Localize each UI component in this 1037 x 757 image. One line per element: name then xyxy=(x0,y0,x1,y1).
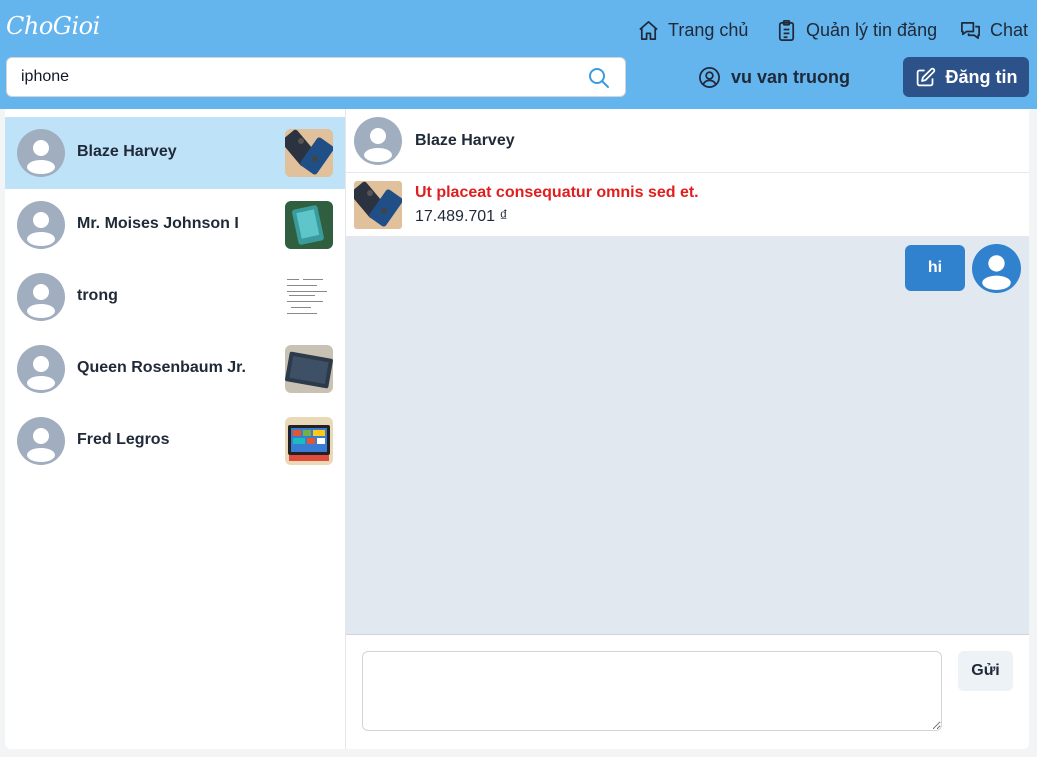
conversation-item[interactable]: trong xyxy=(5,261,345,333)
conversation-item[interactable]: Queen Rosenbaum Jr. xyxy=(5,333,345,405)
chat-bubbles-icon xyxy=(961,21,980,39)
conversation-name: trong xyxy=(77,287,118,304)
nav-manage-link[interactable]: Quản lý tin đăng xyxy=(775,16,937,44)
chat-partner-name: Blaze Harvey xyxy=(415,132,515,149)
post-listing-button[interactable]: Đăng tin xyxy=(903,57,1029,97)
product-price: 17.489.701 ₫ xyxy=(415,208,508,225)
default-avatar-icon xyxy=(354,117,402,165)
search-box xyxy=(6,57,626,97)
user-name: vu van truong xyxy=(731,66,851,87)
product-thumbnail xyxy=(285,345,333,393)
default-avatar-icon xyxy=(17,273,65,321)
default-avatar-icon xyxy=(17,129,65,177)
user-menu[interactable]: vu van truong xyxy=(698,64,850,90)
nav-home-link[interactable]: Trang chủ xyxy=(637,16,748,44)
message-bubble: hi xyxy=(905,245,965,291)
nav-chat-label: Chat xyxy=(990,19,1029,40)
product-thumbnail xyxy=(285,273,333,321)
send-button[interactable]: Gửi xyxy=(958,651,1013,691)
conversation-item[interactable]: Mr. Moises Johnson I xyxy=(5,189,345,261)
post-listing-label: Đăng tin xyxy=(945,66,1018,87)
site-logo[interactable]: ChoGioi xyxy=(6,12,100,40)
message-composer: Gửi xyxy=(346,635,1029,749)
conversation-name: Queen Rosenbaum Jr. xyxy=(77,359,246,376)
conversation-name: Mr. Moises Johnson I xyxy=(77,215,239,232)
product-title[interactable]: Ut placeat consequatur omnis sed et. xyxy=(415,184,699,202)
message-input[interactable] xyxy=(362,651,942,731)
search-icon[interactable] xyxy=(587,66,611,90)
default-avatar-icon xyxy=(17,345,65,393)
default-avatar-icon xyxy=(17,417,65,465)
product-thumbnail xyxy=(285,417,333,465)
conversation-item[interactable]: Blaze Harvey xyxy=(5,117,345,189)
product-thumbnail xyxy=(285,129,333,177)
chat-product-card[interactable]: Ut placeat consequatur omnis sed et. 17.… xyxy=(346,173,1029,237)
top-header: ChoGioi Trang chủ Quản lý tin đăng Chat … xyxy=(0,0,1037,109)
conversation-item[interactable]: Fred Legros xyxy=(5,405,345,477)
edit-icon xyxy=(916,67,935,86)
nav-manage-label: Quản lý tin đăng xyxy=(806,19,938,40)
conversation-name: Fred Legros xyxy=(77,431,170,448)
home-icon xyxy=(639,20,658,40)
nav-home-label: Trang chủ xyxy=(668,19,749,40)
conversation-name: Blaze Harvey xyxy=(77,143,177,160)
product-thumbnail xyxy=(285,201,333,249)
chat-panel: Blaze Harvey Mr. Moises Johnson I trong … xyxy=(5,109,1029,749)
chat-area: Blaze Harvey Ut placeat consequatur omni… xyxy=(346,109,1029,749)
clipboard-icon xyxy=(778,19,795,41)
default-avatar-icon xyxy=(972,244,1021,293)
product-thumbnail xyxy=(354,181,402,229)
search-input[interactable] xyxy=(21,58,581,96)
nav-chat-link[interactable]: Chat xyxy=(959,16,1028,44)
user-circle-icon xyxy=(699,66,720,88)
message-list: hi xyxy=(346,237,1029,635)
conversation-list: Blaze Harvey Mr. Moises Johnson I trong … xyxy=(5,109,346,749)
default-avatar-icon xyxy=(17,201,65,249)
chat-header: Blaze Harvey xyxy=(346,109,1029,173)
